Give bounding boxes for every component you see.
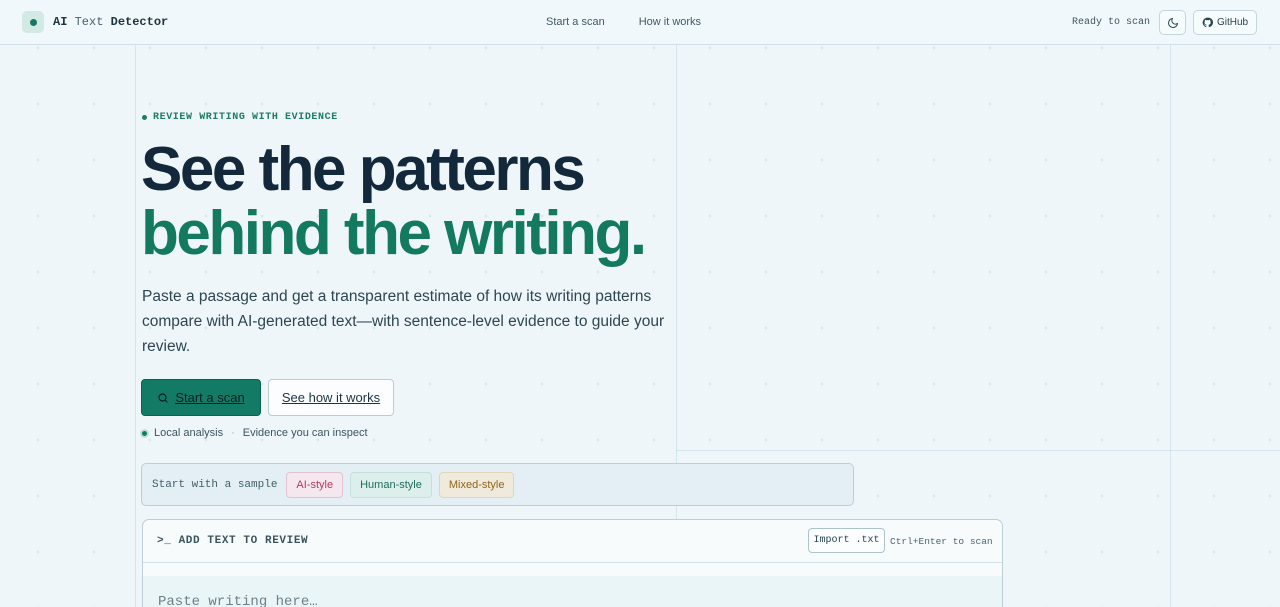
nav-how-it-works[interactable]: How it works xyxy=(639,16,701,28)
moon-icon xyxy=(1167,17,1178,28)
see-how-it-works-button[interactable]: See how it works xyxy=(268,379,394,416)
keyboard-shortcut-hint: Ctrl+Enter to scan xyxy=(890,536,993,547)
background-guide xyxy=(135,45,136,607)
panel-header: >_ ADD TEXT TO REVIEW Import .txt Ctrl+E… xyxy=(143,520,1002,563)
github-label: GitHub xyxy=(1216,17,1249,28)
status-dot-icon xyxy=(140,428,149,438)
sample-bar: Start with a sample AI-style Human-style… xyxy=(141,463,854,506)
meta-evidence: Evidence you can inspect xyxy=(242,427,368,439)
terminal-icon: >_ xyxy=(157,535,172,547)
start-scan-button[interactable]: Start a scan xyxy=(141,379,261,416)
hero-meta: Local analysis · Evidence you can inspec… xyxy=(140,427,368,439)
status-text: Ready to scan xyxy=(1072,17,1151,28)
text-input-placeholder: Paste writing here… xyxy=(158,594,318,607)
search-icon xyxy=(158,392,168,403)
text-input-area[interactable]: Paste writing here… xyxy=(143,576,1002,607)
sample-ai-chip[interactable]: AI-style xyxy=(286,471,344,498)
sample-label: Start with a sample xyxy=(152,478,278,491)
background-guide xyxy=(676,450,1280,451)
sample-human-chip[interactable]: Human-style xyxy=(350,471,432,498)
meta-local: Local analysis xyxy=(154,427,224,439)
hero-title: See the patterns xyxy=(141,135,586,204)
top-bar: AI Text Detector Start a scan How it wor… xyxy=(0,0,1280,45)
logo-icon xyxy=(22,11,44,33)
brand[interactable]: AI Text Detector xyxy=(22,11,168,33)
main-nav: Start a scan How it works xyxy=(546,16,701,28)
sample-mixed-chip[interactable]: Mixed-style xyxy=(438,471,515,498)
import-txt-button[interactable]: Import .txt xyxy=(808,528,885,553)
meta-separator: · xyxy=(231,427,235,439)
background-guide xyxy=(1170,45,1171,607)
panel-title: >_ ADD TEXT TO REVIEW xyxy=(157,535,309,547)
brand-name: AI Text Detector xyxy=(53,15,169,29)
text-input-panel: >_ ADD TEXT TO REVIEW Import .txt Ctrl+E… xyxy=(142,519,1003,607)
eyebrow-dot-icon xyxy=(142,115,147,120)
eyebrow-text: REVIEW WRITING WITH EVIDENCE xyxy=(153,112,338,123)
github-button[interactable]: GitHub xyxy=(1193,10,1257,35)
nav-start-scan[interactable]: Start a scan xyxy=(546,16,605,28)
hero-description: Paste a passage and get a transparent es… xyxy=(142,288,665,355)
github-icon xyxy=(1202,17,1213,28)
start-scan-label: Start a scan xyxy=(175,390,245,405)
hero-eyebrow: REVIEW WRITING WITH EVIDENCE xyxy=(142,112,338,123)
theme-toggle-button[interactable] xyxy=(1159,10,1186,35)
hero-title-accent: behind the writing. xyxy=(141,199,647,268)
